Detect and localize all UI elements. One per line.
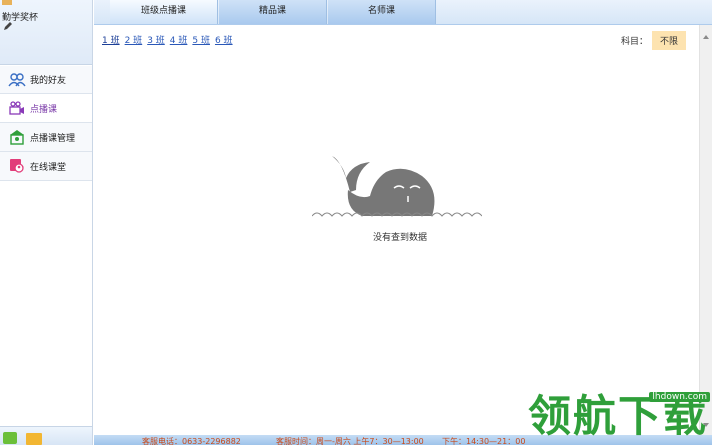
profile-top-row: [2, 0, 14, 6]
sidebar-item-label: 在线课堂: [30, 162, 67, 173]
sidebar-item-online-class[interactable]: 在线课堂: [0, 152, 92, 181]
sidebar-item-friends[interactable]: 我的好友: [0, 66, 92, 94]
watermark-logo: 领航下载 lhdown.com: [528, 392, 710, 442]
sidebar: 勤学奖杯 我的好友 点播课 点播课管理 在线课堂: [0, 0, 93, 445]
footer-hotline: 客服电话：0633-2296882: [142, 437, 241, 445]
main-panel: 班级点播课 精品课 名师课 1 班 2 班 3 班 4 班 5 班 6 班 科目…: [94, 0, 712, 445]
watermark-url: lhdown.com: [649, 392, 710, 402]
footer-afternoon: 下午：14:30—21：00: [442, 437, 526, 445]
subject-filter: 科目： 不限: [621, 31, 686, 50]
sidebar-item-label: 我的好友: [30, 76, 67, 86]
chat-icon[interactable]: [3, 432, 17, 444]
edit-icon[interactable]: [3, 21, 13, 31]
tab-bar: 班级点播课 精品课 名师课: [94, 0, 712, 25]
online-class-icon: [8, 158, 26, 174]
app-window: 勤学奖杯 我的好友 点播课 点播课管理 在线课堂 班级点播课 精品课 名师课 1…: [0, 0, 712, 445]
video-icon: [8, 100, 26, 116]
vertical-scrollbar[interactable]: [699, 25, 712, 435]
sidebar-item-vod-manage[interactable]: 点播课管理: [0, 123, 92, 152]
class-link-6[interactable]: 6 班: [215, 33, 233, 46]
subject-label: 科目：: [620, 37, 648, 47]
class-link-4[interactable]: 4 班: [170, 33, 188, 46]
class-link-2[interactable]: 2 班: [125, 33, 143, 46]
sidebar-item-label: 点播课: [30, 104, 58, 115]
subject-select[interactable]: 不限: [651, 31, 686, 50]
class-link-3[interactable]: 3 班: [147, 33, 165, 46]
sidebar-item-label: 点播课管理: [30, 133, 76, 144]
empty-state-text: 没有查到数据: [372, 233, 427, 243]
tab-class-vod[interactable]: 班级点播课: [110, 0, 218, 24]
sidebar-item-vod[interactable]: 点播课: [0, 94, 92, 123]
sidebar-bottom-bar: [0, 426, 92, 445]
scroll-up-icon[interactable]: [703, 35, 709, 39]
class-link-1[interactable]: 1 班: [102, 33, 120, 46]
folder-icon[interactable]: [26, 433, 42, 445]
class-link-5[interactable]: 5 班: [192, 33, 210, 46]
medal-icon: [2, 0, 12, 5]
tab-premium[interactable]: 精品课: [219, 0, 327, 24]
footer-hours: 客服时间：周一-周六 上午7：30—13:00: [276, 437, 424, 445]
profile-panel: 勤学奖杯: [0, 0, 92, 65]
course-manage-icon: [8, 129, 26, 145]
class-filter-links: 1 班 2 班 3 班 4 班 5 班 6 班: [102, 33, 233, 46]
friends-icon: [8, 72, 26, 88]
sidebar-nav: 我的好友 点播课 点播课管理 在线课堂: [0, 66, 92, 181]
tab-famous-teacher[interactable]: 名师课: [328, 0, 436, 24]
